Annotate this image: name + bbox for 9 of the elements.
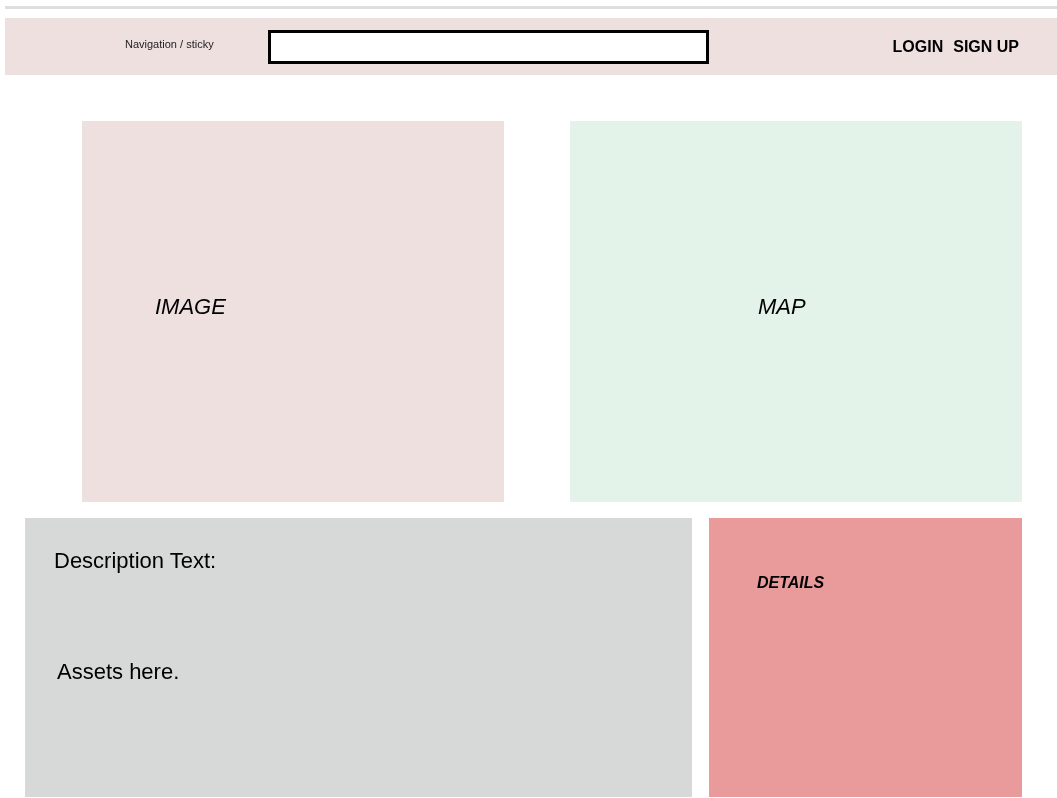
login-link[interactable]: LOGIN [892, 37, 944, 56]
description-body: Assets here. [57, 659, 181, 685]
details-label: DETAILS [757, 574, 825, 591]
navigation-label: Navigation / sticky [125, 37, 215, 50]
signup-link[interactable]: SIGN UP [953, 37, 1019, 56]
map-label: MAP [758, 293, 806, 320]
search-field[interactable] [268, 29, 709, 64]
description-title: Description Text: [54, 548, 218, 574]
image-label: IMAGE [155, 293, 226, 320]
